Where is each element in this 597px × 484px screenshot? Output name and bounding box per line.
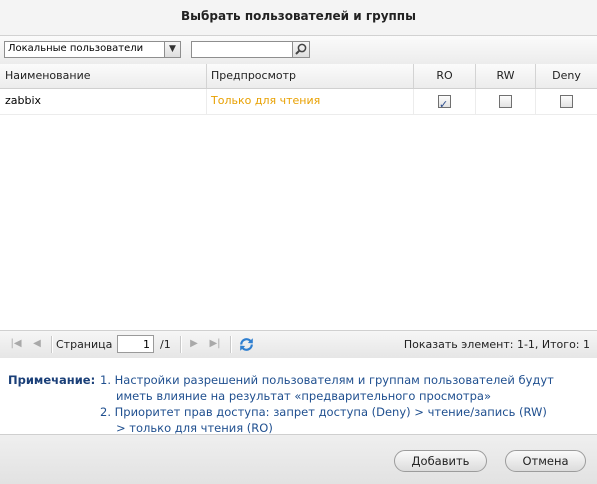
column-header-rw[interactable]: RW xyxy=(476,64,536,88)
dialog-footer: Добавить Отмена xyxy=(0,434,597,484)
search-input[interactable] xyxy=(192,42,298,57)
ro-cell xyxy=(414,89,476,117)
refresh-icon[interactable] xyxy=(238,336,255,353)
note-label: Примечание: xyxy=(8,373,96,387)
note-panel: Примечание: 1. Настройки разрешений поль… xyxy=(0,358,597,435)
cancel-button[interactable]: Отмена xyxy=(505,450,586,472)
page-label: Страница xyxy=(56,338,113,351)
divider xyxy=(180,336,182,353)
first-page-icon[interactable]: |◀ xyxy=(9,337,23,351)
note-line-1b: иметь влияние на результат «предваритель… xyxy=(116,389,491,403)
table-row[interactable]: zabbix Только для чтения xyxy=(0,89,597,117)
column-header-deny[interactable]: Deny xyxy=(536,64,597,88)
note-line-1a: 1. Настройки разрешений пользователям и … xyxy=(100,373,554,387)
pager: |◀ ◀ Страница /1 ▶ ▶| Показать элемент: … xyxy=(0,330,597,359)
rw-checkbox[interactable] xyxy=(499,94,512,108)
user-name: zabbix xyxy=(0,89,207,114)
grid-header: Наименование Предпросмотр RO RW Deny xyxy=(0,64,597,89)
add-button[interactable]: Добавить xyxy=(394,450,487,472)
ro-checkbox[interactable] xyxy=(438,93,451,117)
rw-cell xyxy=(476,89,536,114)
deny-checkbox[interactable] xyxy=(560,94,573,108)
users-grid: Наименование Предпросмотр RO RW Deny zab… xyxy=(0,64,597,330)
column-header-name[interactable]: Наименование xyxy=(0,64,207,88)
scope-select-value: Локальные пользователи xyxy=(8,43,144,54)
divider xyxy=(230,336,232,353)
column-header-ro[interactable]: RO xyxy=(414,64,476,88)
toolbar: Локальные пользователи ▼ xyxy=(0,36,597,65)
dialog-title: Выбрать пользователей и группы xyxy=(0,0,597,36)
search-box xyxy=(191,41,310,58)
deny-cell xyxy=(536,89,597,114)
prev-page-icon[interactable]: ◀ xyxy=(30,337,44,351)
chevron-down-icon[interactable]: ▼ xyxy=(164,42,180,57)
last-page-icon[interactable]: ▶| xyxy=(208,337,222,351)
preview-value: Только для чтения xyxy=(207,89,414,114)
scope-select[interactable]: Локальные пользователи ▼ xyxy=(4,41,181,58)
next-page-icon[interactable]: ▶ xyxy=(187,337,201,351)
search-icon[interactable] xyxy=(292,42,309,57)
note-line-2a: 2. Приоритет прав доступа: запрет доступ… xyxy=(100,405,547,419)
divider xyxy=(51,336,53,353)
page-input[interactable] xyxy=(117,335,154,353)
pager-status: Показать элемент: 1-1, Итого: 1 xyxy=(403,338,590,351)
column-header-preview[interactable]: Предпросмотр xyxy=(207,64,414,88)
total-pages: /1 xyxy=(160,338,171,351)
